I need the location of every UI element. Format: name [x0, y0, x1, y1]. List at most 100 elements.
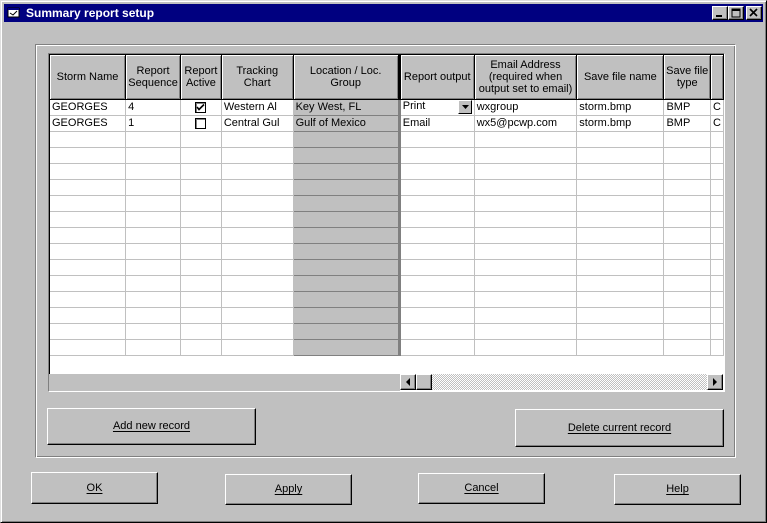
cell-report-active[interactable]	[180, 275, 222, 292]
cell-email-address[interactable]	[474, 259, 578, 276]
cell-save-file-name[interactable]	[576, 179, 665, 196]
col-header-report-active[interactable]: Report Active	[180, 55, 222, 100]
cell-save-file-name[interactable]	[576, 147, 665, 164]
cell-email-address[interactable]	[474, 179, 578, 196]
cell-tracking-chart[interactable]	[221, 259, 294, 276]
cell-save-file-name[interactable]	[576, 131, 665, 148]
cell-report-sequence[interactable]	[125, 211, 181, 228]
cell-storm-name[interactable]	[50, 211, 127, 228]
cell-report-output[interactable]	[399, 259, 475, 276]
cell-report-output[interactable]	[399, 211, 475, 228]
cell-report-output[interactable]	[399, 323, 475, 340]
cell-report-output[interactable]	[399, 163, 475, 180]
cell-report-active[interactable]	[180, 211, 222, 228]
title-bar[interactable]: Summary report setup	[4, 4, 763, 22]
horizontal-scrollbar[interactable]	[400, 374, 723, 390]
cell-save-file-type[interactable]	[663, 307, 711, 324]
cell-truncated[interactable]	[710, 259, 724, 276]
cell-truncated[interactable]: C	[710, 115, 724, 132]
table-row[interactable]	[50, 210, 724, 228]
ok-button[interactable]: OK	[31, 472, 158, 504]
cell-report-sequence[interactable]	[125, 291, 181, 308]
cell-storm-name[interactable]	[50, 179, 127, 196]
cell-report-output[interactable]	[399, 131, 475, 148]
table-row[interactable]	[50, 194, 724, 212]
col-header-tracking-chart[interactable]: Tracking Chart	[221, 55, 294, 100]
cell-report-active[interactable]	[180, 323, 222, 340]
report-active-checkbox[interactable]	[195, 117, 207, 129]
report-output-dropdown[interactable]: Print	[403, 100, 472, 114]
cell-tracking-chart[interactable]	[221, 227, 294, 244]
cell-save-file-name[interactable]	[576, 243, 665, 260]
cell-truncated[interactable]	[710, 243, 724, 260]
cell-report-sequence[interactable]	[125, 227, 181, 244]
cell-save-file-type[interactable]	[663, 243, 711, 260]
cell-storm-name[interactable]	[50, 195, 127, 212]
cell-save-file-type[interactable]	[663, 195, 711, 212]
cell-location[interactable]	[292, 322, 401, 340]
table-row[interactable]	[50, 226, 724, 244]
cell-email-address[interactable]: wxgroup	[474, 99, 578, 116]
cell-location[interactable]	[292, 306, 401, 324]
close-button[interactable]	[746, 6, 762, 20]
cell-save-file-name[interactable]	[576, 163, 665, 180]
cell-report-sequence[interactable]	[125, 339, 181, 356]
cell-tracking-chart[interactable]	[221, 163, 294, 180]
cell-report-output[interactable]	[399, 291, 475, 308]
col-header-location[interactable]: Location / Loc. Group	[293, 55, 401, 100]
cell-report-output[interactable]	[399, 147, 475, 164]
cell-email-address[interactable]	[474, 291, 578, 308]
cell-truncated[interactable]: C	[710, 99, 724, 116]
scroll-right-button[interactable]	[707, 374, 723, 390]
cell-location[interactable]	[292, 194, 401, 212]
cell-tracking-chart[interactable]	[221, 307, 294, 324]
cell-location[interactable]	[292, 162, 401, 180]
cell-report-output[interactable]: Email	[399, 115, 475, 132]
cell-report-active[interactable]	[180, 195, 222, 212]
cell-storm-name[interactable]	[50, 147, 127, 164]
cell-storm-name[interactable]: GEORGES	[50, 115, 127, 132]
records-grid[interactable]: Storm Name Report Sequence Report Active…	[48, 53, 725, 392]
cell-truncated[interactable]	[710, 275, 724, 292]
cell-save-file-type[interactable]	[663, 339, 711, 356]
cell-save-file-name[interactable]	[576, 259, 665, 276]
cell-truncated[interactable]	[710, 339, 724, 356]
cell-truncated[interactable]	[710, 131, 724, 148]
cell-email-address[interactable]	[474, 163, 578, 180]
cancel-button[interactable]: Cancel	[418, 473, 545, 504]
cell-save-file-type[interactable]	[663, 163, 711, 180]
table-row[interactable]: GEORGES 1 Central Gul Gulf of Mexico Email wx…	[50, 114, 724, 132]
cell-truncated[interactable]	[710, 195, 724, 212]
cell-save-file-name[interactable]	[576, 195, 665, 212]
cell-report-sequence[interactable]	[125, 323, 181, 340]
table-row[interactable]	[50, 242, 724, 260]
cell-email-address[interactable]: wx5@pcwp.com	[474, 115, 578, 132]
add-new-record-button[interactable]: Add new record	[47, 408, 256, 445]
cell-save-file-name[interactable]	[576, 275, 665, 292]
cell-tracking-chart[interactable]	[221, 323, 294, 340]
cell-location[interactable]	[292, 226, 401, 244]
cell-save-file-type[interactable]	[663, 211, 711, 228]
cell-truncated[interactable]	[710, 147, 724, 164]
cell-save-file-type[interactable]	[663, 227, 711, 244]
cell-email-address[interactable]	[474, 131, 578, 148]
cell-email-address[interactable]	[474, 339, 578, 356]
cell-report-active[interactable]	[180, 163, 222, 180]
cell-save-file-type[interactable]	[663, 131, 711, 148]
cell-report-active[interactable]	[180, 179, 222, 196]
table-row[interactable]: GEORGES 4 Western Al Key West, FL Print wxgro…	[50, 98, 724, 116]
cell-report-sequence[interactable]: 1	[125, 115, 181, 132]
cell-email-address[interactable]	[474, 275, 578, 292]
cell-report-sequence[interactable]	[125, 195, 181, 212]
cell-storm-name[interactable]	[50, 291, 127, 308]
cell-email-address[interactable]	[474, 227, 578, 244]
cell-tracking-chart[interactable]	[221, 147, 294, 164]
cell-report-sequence[interactable]	[125, 163, 181, 180]
cell-report-active[interactable]	[180, 99, 222, 116]
cell-report-sequence[interactable]	[125, 179, 181, 196]
cell-truncated[interactable]	[710, 163, 724, 180]
cell-storm-name[interactable]	[50, 243, 127, 260]
cell-report-output[interactable]	[399, 275, 475, 292]
cell-report-sequence[interactable]	[125, 259, 181, 276]
cell-report-sequence[interactable]	[125, 307, 181, 324]
